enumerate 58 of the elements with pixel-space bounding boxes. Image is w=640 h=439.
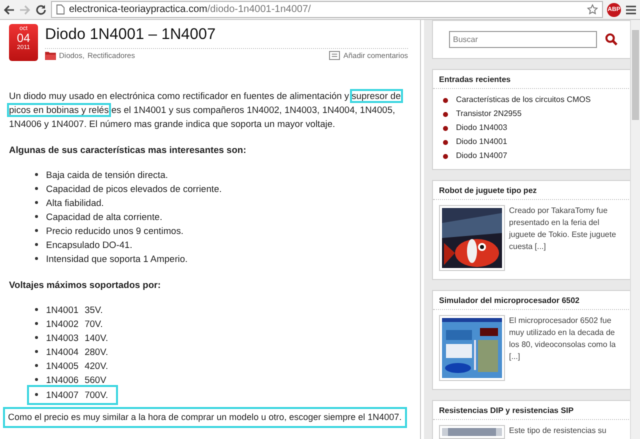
list-item: 1N4002 70V. <box>46 319 103 329</box>
post-link[interactable]: Diodo 1N4003 <box>456 121 508 135</box>
section-heading: Voltajes máximos soportados por: <box>9 280 162 290</box>
url-text: electronica-teoriaypractica.com/diodo-1n4001-1n4007/ <box>69 4 312 15</box>
bullet-icon <box>35 201 38 204</box>
bullet-icon <box>35 229 38 232</box>
list-item: Intensidad que soporta 1 Amperio. <box>46 254 188 264</box>
bullet-icon <box>35 378 38 382</box>
bullet-icon <box>35 215 38 218</box>
post-link[interactable]: Características de los circuitos CMOS <box>456 93 591 107</box>
list-item: Encapsulado DO-41. <box>46 240 132 250</box>
bullet-icon <box>35 173 38 176</box>
bullet-icon <box>443 126 448 130</box>
list-item: 1N4004 280V. <box>46 347 108 357</box>
page-icon <box>56 4 65 15</box>
list-item: 1N4005 420V. <box>46 361 108 371</box>
bullet-icon <box>443 140 448 144</box>
excerpt-text: El microprocesador 6502 fue muy utilizado en la decada de los 80, videoconsolas como la [...] <box>509 315 617 363</box>
menu-icon[interactable] <box>625 4 637 16</box>
reload-icon[interactable] <box>35 4 47 16</box>
bullet-icon <box>35 243 38 246</box>
bullet-icon <box>35 336 38 340</box>
folder-icon <box>45 51 56 60</box>
bullet-icon <box>35 187 38 190</box>
excerpt-text: Este tipo de resistencias su <box>509 425 606 437</box>
list-item: Baja caida de tensión directa. <box>46 170 168 180</box>
post-link[interactable]: Transistor 2N2955 <box>456 107 522 121</box>
back-icon[interactable] <box>3 4 15 16</box>
post-link[interactable]: Diodo 1N4001 <box>456 135 508 149</box>
bullet-icon <box>35 322 38 326</box>
intro-paragraph: Un diodo muy usado en electrónica como rectificador en fuentes de alimentación y supresor de picos en bobinas y relés es el 1N4001 y sus compañeros 1N4002, 1N4003, 1N4004, 1N4005, 1N4006 y 1N4007. El número mas grande indica que soporta un mayor voltaje. <box>9 90 402 131</box>
list-item: 1N4007 700V. <box>46 390 108 400</box>
comment-icon <box>329 51 340 60</box>
list-item: Alta fiabilidad. <box>46 198 104 208</box>
list-item: 1N4006 560V <box>46 375 106 385</box>
search-field[interactable]: Buscar <box>449 31 597 48</box>
post-link[interactable]: Diodo 1N4007 <box>456 149 508 163</box>
bullet-icon <box>443 112 448 116</box>
address-bar[interactable]: electronica-teoriaypractica.com/diodo-1n4001-1n4007/ <box>51 1 603 18</box>
post-title: Diodo 1N4001 – 1N4007 <box>45 24 408 49</box>
conclusion-paragraph: Como el precio es muy similar a la hora de comprar un modelo u otro, escoger siempre el 1N4007. <box>5 409 405 426</box>
section-heading: Algunas de sus características mas interesantes son: <box>9 145 248 155</box>
list-item: Precio reducido unos 9 centimos. <box>46 226 184 236</box>
list-item: 1N4001 35V. <box>46 305 103 315</box>
excerpt-text: Creado por TakaraTomy fue presentado en la feria del juguete de Tokio. Este juguete cuesta [...] <box>509 205 618 253</box>
scrollbar[interactable] <box>630 20 640 439</box>
list-item: Capacidad de alta corriente. <box>46 212 162 222</box>
bullet-icon <box>35 350 38 354</box>
bullet-icon <box>35 257 38 260</box>
list-item: 1N4003 140V. <box>46 333 108 343</box>
bullet-icon <box>443 154 448 158</box>
bullet-icon <box>35 393 38 396</box>
bullet-icon <box>443 98 448 102</box>
bullet-icon <box>35 308 38 312</box>
bullet-icon <box>35 364 38 368</box>
star-icon[interactable] <box>587 4 598 15</box>
search-icon[interactable] <box>605 33 618 46</box>
list-item: Capacidad de picos elevados de corriente. <box>46 184 222 194</box>
